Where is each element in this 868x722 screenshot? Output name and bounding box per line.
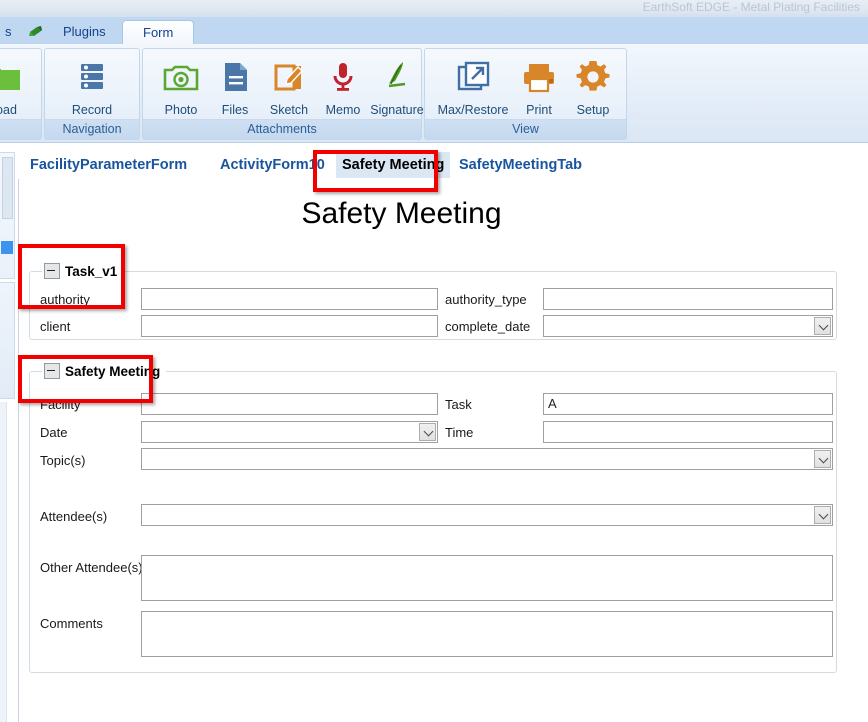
ribbon-tab-partial-label: s <box>5 24 12 39</box>
input-attendees[interactable] <box>141 504 833 526</box>
label-topics: Topic(s) <box>40 453 86 468</box>
folder-icon <box>0 57 23 97</box>
document-icon <box>215 57 255 97</box>
label-date: Date <box>40 425 67 440</box>
left-panel-scrollbar[interactable] <box>2 157 13 219</box>
input-facility[interactable] <box>141 393 438 415</box>
ribbon-button-load-label: Load <box>0 103 43 117</box>
form-tab-safetymeetingtab-label: SafetyMeetingTab <box>459 157 582 173</box>
ribbon-group-attachments-label: Attachments <box>143 119 421 139</box>
ribbon-group-file: Load e <box>0 48 42 140</box>
ribbon-group-navigation-label: Navigation <box>45 119 139 139</box>
record-icon <box>72 57 112 97</box>
edge-application-window: EarthSoft EDGE - Metal Plating Facilitie… <box>0 0 868 722</box>
ribbon-button-setup-label: Setup <box>553 103 633 117</box>
left-panel-tree[interactable] <box>0 152 15 279</box>
form-tab-safetymeetingtab[interactable]: SafetyMeetingTab <box>453 152 588 178</box>
input-topics[interactable] <box>141 448 833 470</box>
plugin-icon <box>28 25 44 38</box>
ribbon-tab-form-label: Form <box>143 25 173 40</box>
chevron-down-icon[interactable] <box>419 423 436 441</box>
input-time[interactable] <box>543 421 833 443</box>
left-panel-filler <box>0 402 7 722</box>
title-bar: EarthSoft EDGE - Metal Plating Facilitie… <box>0 0 868 18</box>
section-safety-meeting: Safety Meeting Facility Task A Date Time… <box>29 371 837 673</box>
label-comments: Comments <box>40 616 103 631</box>
maximize-icon <box>453 57 493 97</box>
highlight-safety-meeting-tab <box>313 150 438 192</box>
ribbon-button-record-label: Record <box>52 103 132 117</box>
ribbon-group-view-label: View <box>425 119 626 139</box>
ribbon-tab-form[interactable]: Form <box>122 20 194 45</box>
input-date[interactable] <box>141 421 438 443</box>
label-client: client <box>40 319 70 334</box>
window-title: EarthSoft EDGE - Metal Plating Facilitie… <box>643 0 860 14</box>
ribbon-group-attachments: Photo Files (0) <box>142 48 422 140</box>
form-tab-facilityparameterform-label: FacilityParameterForm <box>30 157 187 173</box>
ribbon-group-view: Max/Restore Print <box>424 48 627 140</box>
form-tab-facilityparameterform[interactable]: FacilityParameterForm <box>24 152 193 178</box>
label-task: Task <box>445 397 472 412</box>
gear-icon <box>573 57 613 97</box>
ribbon-tab-strip: s Plugins Form <box>0 17 868 44</box>
input-authority[interactable] <box>141 288 438 310</box>
printer-icon <box>519 57 559 97</box>
ribbon-tab-plugins[interactable]: Plugins <box>52 19 117 44</box>
input-comments[interactable] <box>141 611 833 657</box>
label-authority-type: authority_type <box>445 292 527 307</box>
ribbon-group-file-label: e <box>0 119 41 139</box>
chevron-down-icon[interactable] <box>814 506 831 524</box>
sketch-icon <box>269 57 309 97</box>
section-task-v1: Task_v1 authority authority_type client … <box>29 271 837 340</box>
label-attendees: Attendee(s) <box>40 509 107 524</box>
form-canvas: Safety Meeting Task_v1 authority authori… <box>18 179 868 722</box>
highlight-safety-meeting-section <box>18 355 153 403</box>
form-tab-activityform10-label: ActivityForm10 <box>220 157 325 173</box>
ribbon-tab-partial[interactable]: s <box>0 19 23 44</box>
input-task[interactable]: A <box>543 393 833 415</box>
chevron-down-icon[interactable] <box>814 450 831 468</box>
page-title: Safety Meeting <box>19 197 784 231</box>
label-time: Time <box>445 425 473 440</box>
input-complete-date[interactable] <box>543 315 833 337</box>
form-tab-bar: FacilityParameterForm ActivityForm10 Saf… <box>18 152 868 180</box>
ribbon-tab-plugins-label: Plugins <box>63 24 106 39</box>
pen-icon <box>377 57 417 97</box>
ribbon: Load e Record (2) <box>0 44 868 143</box>
input-client[interactable] <box>141 315 438 337</box>
camera-icon <box>161 57 201 97</box>
chevron-down-icon[interactable] <box>814 317 831 335</box>
highlight-task-v1-section <box>18 244 125 309</box>
label-other-attendees: Other Attendee(s) <box>40 560 143 575</box>
label-complete-date: complete_date <box>445 319 530 334</box>
left-panel-properties[interactable] <box>0 282 15 399</box>
left-panel-selected-row[interactable] <box>1 241 13 254</box>
input-authority-type[interactable] <box>543 288 833 310</box>
microphone-icon <box>323 57 363 97</box>
ribbon-group-navigation: Record (2) Navigation <box>44 48 140 140</box>
input-other-attendees[interactable] <box>141 555 833 601</box>
left-docked-panel <box>0 152 18 722</box>
